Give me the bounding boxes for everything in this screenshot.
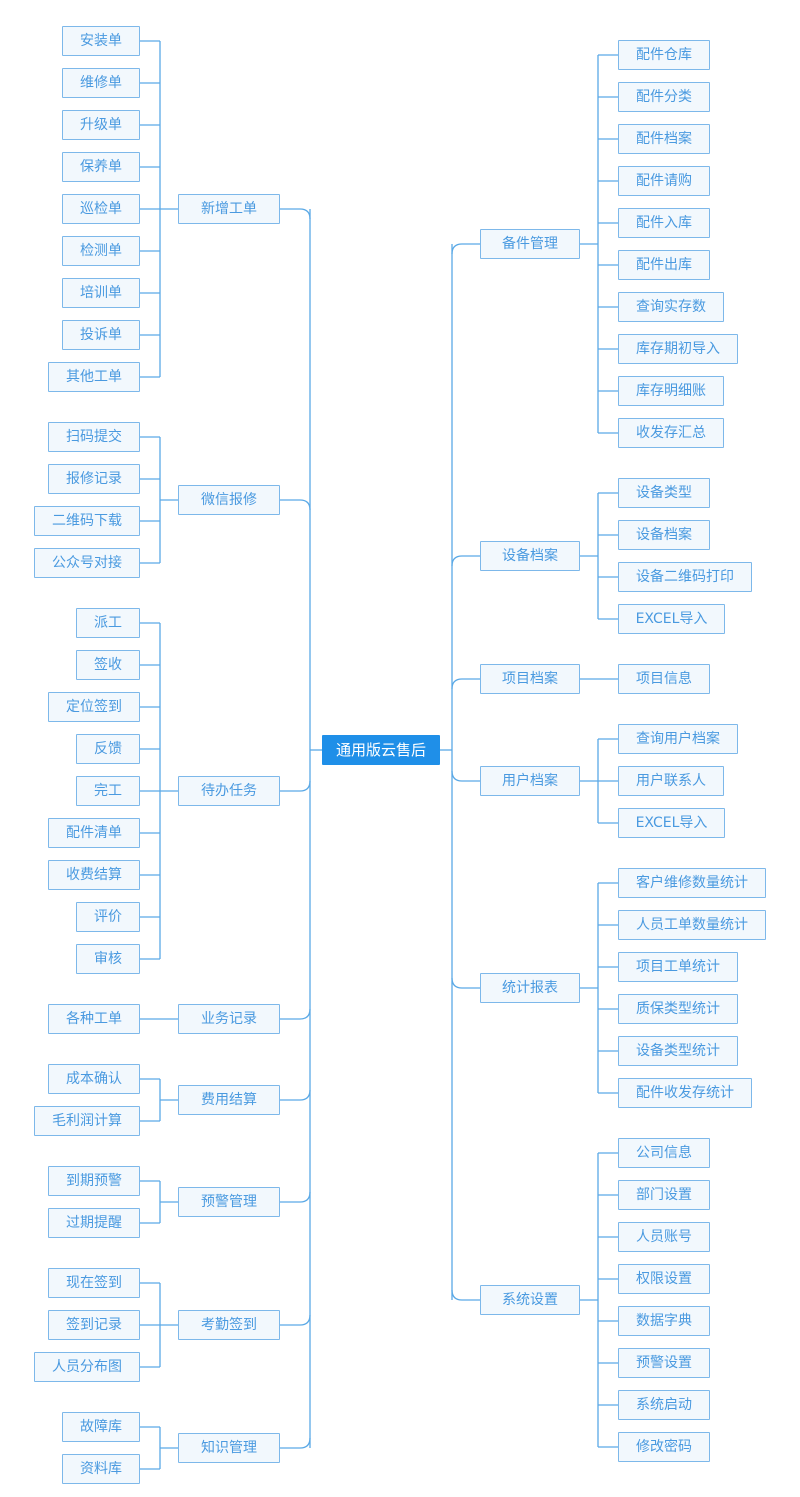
left-leaf-node[interactable]: 完工 <box>76 776 140 806</box>
left-leaf-node[interactable]: 培训单 <box>62 278 140 308</box>
left-leaf-node[interactable]: 升级单 <box>62 110 140 140</box>
left-leaf-node[interactable]: 检测单 <box>62 236 140 266</box>
left-leaf-node[interactable]: 保养单 <box>62 152 140 182</box>
right-leaf-node[interactable]: 权限设置 <box>618 1264 710 1294</box>
right-leaf-node[interactable]: 查询实存数 <box>618 292 724 322</box>
mindmap-canvas: 安装单维修单升级单保养单巡检单检测单培训单投诉单其他工单 新增工单扫码提交报修记录… <box>0 0 800 1497</box>
root-node[interactable]: 通用版云售后 <box>322 735 440 765</box>
right-branch-node[interactable]: 设备档案 <box>480 541 580 571</box>
left-branch-node[interactable]: 考勤签到 <box>178 1310 280 1340</box>
right-leaf-node[interactable]: EXCEL导入 <box>618 604 725 634</box>
left-leaf-node[interactable]: 报修记录 <box>48 464 140 494</box>
left-leaf-node[interactable]: 各种工单 <box>48 1004 140 1034</box>
left-leaf-node[interactable]: 其他工单 <box>48 362 140 392</box>
left-branch-node[interactable]: 微信报修 <box>178 485 280 515</box>
left-leaf-node[interactable]: 定位签到 <box>48 692 140 722</box>
right-branch-node[interactable]: 统计报表 <box>480 973 580 1003</box>
right-leaf-node[interactable]: 系统启动 <box>618 1390 710 1420</box>
right-leaf-node[interactable]: 设备类型统计 <box>618 1036 738 1066</box>
left-leaf-node[interactable]: 投诉单 <box>62 320 140 350</box>
left-leaf-node[interactable]: 安装单 <box>62 26 140 56</box>
left-leaf-node[interactable]: 反馈 <box>76 734 140 764</box>
left-leaf-node[interactable]: 公众号对接 <box>34 548 140 578</box>
left-leaf-node[interactable]: 人员分布图 <box>34 1352 140 1382</box>
right-leaf-node[interactable]: 公司信息 <box>618 1138 710 1168</box>
right-leaf-node[interactable]: 查询用户档案 <box>618 724 738 754</box>
left-branch-node[interactable]: 业务记录 <box>178 1004 280 1034</box>
left-branch-node[interactable]: 费用结算 <box>178 1085 280 1115</box>
right-leaf-node[interactable]: 设备档案 <box>618 520 710 550</box>
right-leaf-node[interactable]: 设备二维码打印 <box>618 562 752 592</box>
left-leaf-node[interactable]: 资料库 <box>62 1454 140 1484</box>
right-leaf-node[interactable]: 库存明细账 <box>618 376 724 406</box>
left-branch-node[interactable]: 新增工单 <box>178 194 280 224</box>
right-leaf-node[interactable]: 配件入库 <box>618 208 710 238</box>
left-branch-node[interactable]: 预警管理 <box>178 1187 280 1217</box>
left-branch-node[interactable]: 待办任务 <box>178 776 280 806</box>
right-leaf-node[interactable]: 客户维修数量统计 <box>618 868 766 898</box>
left-leaf-node[interactable]: 评价 <box>76 902 140 932</box>
right-leaf-node[interactable]: 库存期初导入 <box>618 334 738 364</box>
right-leaf-node[interactable]: 质保类型统计 <box>618 994 738 1024</box>
left-leaf-node[interactable]: 巡检单 <box>62 194 140 224</box>
left-leaf-node[interactable]: 收费结算 <box>48 860 140 890</box>
left-leaf-node[interactable]: 到期预警 <box>48 1166 140 1196</box>
left-leaf-node[interactable]: 过期提醒 <box>48 1208 140 1238</box>
right-leaf-node[interactable]: 配件仓库 <box>618 40 710 70</box>
right-leaf-node[interactable]: 预警设置 <box>618 1348 710 1378</box>
right-leaf-node[interactable]: 配件收发存统计 <box>618 1078 752 1108</box>
left-leaf-node[interactable]: 成本确认 <box>48 1064 140 1094</box>
left-leaf-node[interactable]: 毛利润计算 <box>34 1106 140 1136</box>
right-branch-node[interactable]: 项目档案 <box>480 664 580 694</box>
left-leaf-node[interactable]: 签到记录 <box>48 1310 140 1340</box>
right-leaf-node[interactable]: EXCEL导入 <box>618 808 725 838</box>
right-leaf-node[interactable]: 收发存汇总 <box>618 418 724 448</box>
left-leaf-node[interactable]: 配件清单 <box>48 818 140 848</box>
left-branch-node[interactable]: 知识管理 <box>178 1433 280 1463</box>
left-leaf-node[interactable]: 派工 <box>76 608 140 638</box>
right-leaf-node[interactable]: 配件出库 <box>618 250 710 280</box>
right-leaf-node[interactable]: 项目信息 <box>618 664 710 694</box>
right-branch-node[interactable]: 用户档案 <box>480 766 580 796</box>
right-leaf-node[interactable]: 设备类型 <box>618 478 710 508</box>
right-leaf-node[interactable]: 数据字典 <box>618 1306 710 1336</box>
left-leaf-node[interactable]: 故障库 <box>62 1412 140 1442</box>
right-leaf-node[interactable]: 配件档案 <box>618 124 710 154</box>
left-leaf-node[interactable]: 维修单 <box>62 68 140 98</box>
right-leaf-node[interactable]: 配件请购 <box>618 166 710 196</box>
right-leaf-node[interactable]: 用户联系人 <box>618 766 724 796</box>
right-leaf-node[interactable]: 部门设置 <box>618 1180 710 1210</box>
left-leaf-node[interactable]: 二维码下载 <box>34 506 140 536</box>
right-leaf-node[interactable]: 项目工单统计 <box>618 952 738 982</box>
left-leaf-node[interactable]: 审核 <box>76 944 140 974</box>
left-leaf-node[interactable]: 签收 <box>76 650 140 680</box>
left-leaf-node[interactable]: 扫码提交 <box>48 422 140 452</box>
right-branch-node[interactable]: 备件管理 <box>480 229 580 259</box>
right-leaf-node[interactable]: 人员账号 <box>618 1222 710 1252</box>
right-leaf-node[interactable]: 修改密码 <box>618 1432 710 1462</box>
right-branch-node[interactable]: 系统设置 <box>480 1285 580 1315</box>
right-leaf-node[interactable]: 配件分类 <box>618 82 710 112</box>
right-leaf-node[interactable]: 人员工单数量统计 <box>618 910 766 940</box>
left-leaf-node[interactable]: 现在签到 <box>48 1268 140 1298</box>
